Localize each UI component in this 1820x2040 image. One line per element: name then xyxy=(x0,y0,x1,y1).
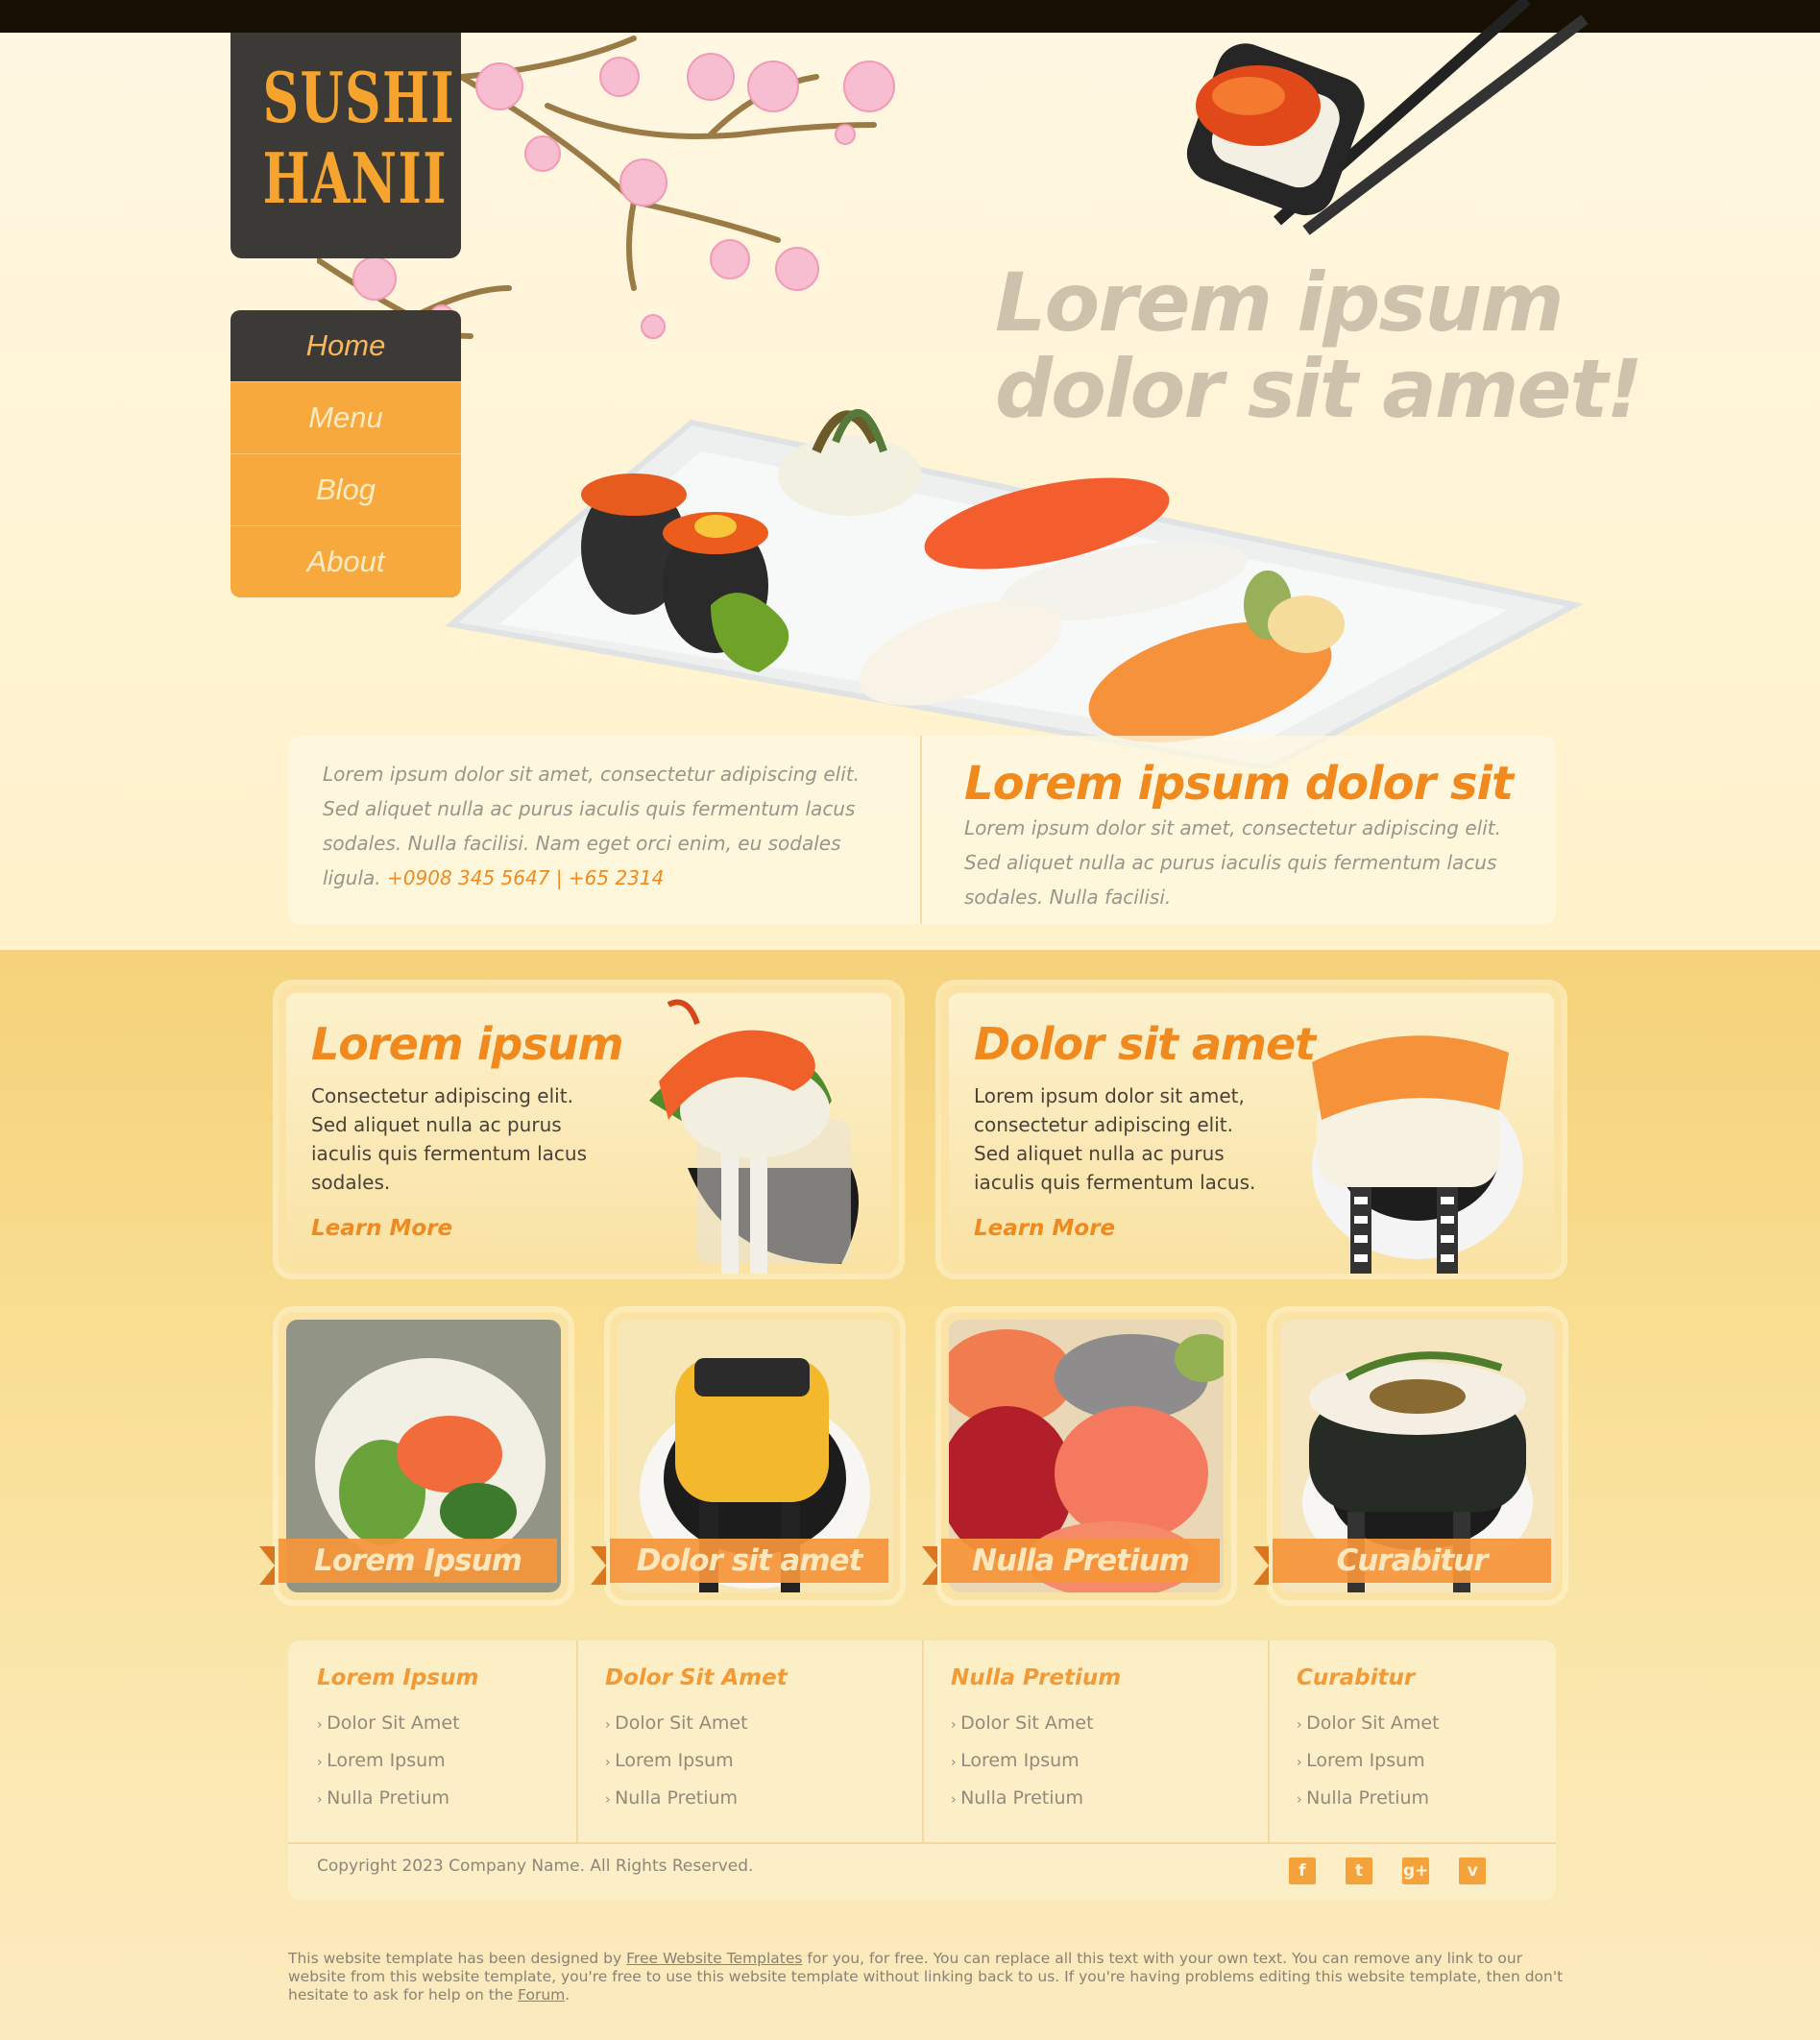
gallery-ribbon-3: Nulla Pretium xyxy=(922,1539,1229,1585)
info-left-text: Lorem ipsum dolor sit amet, consectetur … xyxy=(323,757,889,895)
info-right-title: Lorem ipsum dolor sit xyxy=(964,757,1514,811)
logo[interactable]: SUSHI HANII xyxy=(231,33,461,258)
feature-text-2: Lorem ipsum dolor sit amet, consectetur … xyxy=(974,1084,1256,1194)
info-panel: Lorem ipsum dolor sit amet, consectetur … xyxy=(288,736,1556,924)
twitter-icon[interactable]: t xyxy=(1346,1858,1373,1884)
hero-heading-line-1: Lorem ipsum xyxy=(995,255,1565,350)
footer-column-title[interactable]: Nulla Pretium xyxy=(951,1665,1121,1690)
gallery-ribbon-4: Curabitur xyxy=(1253,1539,1561,1585)
footer-link[interactable]: Lorem Ipsum xyxy=(951,1743,1121,1781)
footer-column-divider xyxy=(922,1640,924,1842)
vimeo-icon[interactable]: v xyxy=(1459,1858,1487,1884)
ribbon-tail xyxy=(591,1546,606,1585)
salmon-sushi-image xyxy=(1312,1035,1523,1274)
info-divider xyxy=(920,736,922,924)
footer-column-title[interactable]: Curabitur xyxy=(1297,1665,1440,1690)
footer-column-1: Lorem Ipsum Dolor Sit Amet Lorem Ipsum N… xyxy=(317,1665,478,1818)
feature-card-1: Lorem ipsum Consectetur adipiscing elit.… xyxy=(279,985,899,1274)
social-links: f t g+ v xyxy=(1289,1858,1511,1884)
footer-link[interactable]: Dolor Sit Amet xyxy=(317,1706,478,1743)
logo-line-2: HANII xyxy=(262,137,448,219)
ribbon-tail xyxy=(1253,1546,1269,1585)
footer-column-4: Curabitur Dolor Sit Amet Lorem Ipsum Nul… xyxy=(1297,1665,1440,1818)
note-text-1: This website template has been designed … xyxy=(288,1950,627,1967)
gallery-label-3: Nulla Pretium xyxy=(972,1543,1190,1578)
footer-column-2: Dolor Sit Amet Dolor Sit Amet Lorem Ipsu… xyxy=(605,1665,788,1818)
info-phone: +0908 345 5647 | +65 2314 xyxy=(387,866,665,889)
sushi-platter-image xyxy=(445,408,1584,768)
footer-link[interactable]: Lorem Ipsum xyxy=(1297,1743,1440,1781)
google-plus-icon[interactable]: g+ xyxy=(1402,1858,1430,1884)
gallery-ribbon-1: Lorem Ipsum xyxy=(259,1539,567,1585)
footer-column-3: Nulla Pretium Dolor Sit Amet Lorem Ipsum… xyxy=(951,1665,1121,1818)
footer-column-title[interactable]: Dolor Sit Amet xyxy=(605,1665,788,1690)
learn-more-link-2[interactable]: Learn More xyxy=(974,1216,1115,1241)
template-credit-note: This website template has been designed … xyxy=(288,1950,1575,2004)
shrimp-sushi-image xyxy=(649,999,859,1274)
note-text-3: . xyxy=(565,1986,570,2004)
feature-title-1: Lorem ipsum xyxy=(311,1018,623,1070)
footer-link[interactable]: Nulla Pretium xyxy=(951,1781,1121,1818)
copyright-text: Copyright 2023 Company Name. All Rights … xyxy=(317,1857,754,1876)
gallery-label-2: Dolor sit amet xyxy=(636,1543,863,1578)
learn-more-link-1[interactable]: Learn More xyxy=(311,1216,452,1241)
footer-column-divider xyxy=(576,1640,578,1842)
footer-links-panel: Lorem Ipsum Dolor Sit Amet Lorem Ipsum N… xyxy=(288,1640,1556,1900)
gallery-label-1: Lorem Ipsum xyxy=(313,1543,522,1578)
facebook-icon[interactable]: f xyxy=(1289,1858,1316,1884)
ribbon-tail xyxy=(259,1546,275,1585)
footer-divider xyxy=(288,1842,1556,1844)
footer-column-title[interactable]: Lorem Ipsum xyxy=(317,1665,478,1690)
footer-link[interactable]: Nulla Pretium xyxy=(605,1781,788,1818)
logo-line-1: SUSHI xyxy=(262,57,456,138)
ribbon-tail xyxy=(922,1546,937,1585)
forum-link[interactable]: Forum xyxy=(518,1986,565,2004)
gallery-tile-4[interactable]: Curabitur xyxy=(1253,1312,1563,1600)
footer-link[interactable]: Lorem Ipsum xyxy=(605,1743,788,1781)
footer-link[interactable]: Lorem Ipsum xyxy=(317,1743,478,1781)
footer-link[interactable]: Dolor Sit Amet xyxy=(951,1706,1121,1743)
feature-card-2: Dolor sit amet Lorem ipsum dolor sit ame… xyxy=(941,985,1562,1274)
footer-link[interactable]: Dolor Sit Amet xyxy=(1297,1706,1439,1743)
footer-link[interactable]: Dolor Sit Amet xyxy=(605,1706,788,1743)
gallery-tile-2[interactable]: Dolor sit amet xyxy=(591,1312,900,1600)
footer-column-divider xyxy=(1268,1640,1270,1842)
free-website-templates-link[interactable]: Free Website Templates xyxy=(626,1950,802,1967)
info-right-text: Lorem ipsum dolor sit amet, consectetur … xyxy=(964,816,1501,909)
chopsticks-sushi-image xyxy=(1186,0,1589,235)
gallery-tile-3[interactable]: Nulla Pretium xyxy=(922,1312,1231,1600)
gallery-label-4: Curabitur xyxy=(1336,1543,1488,1578)
footer-link[interactable]: Nulla Pretium xyxy=(1297,1781,1440,1818)
feature-text-1: Consectetur adipiscing elit. Sed aliquet… xyxy=(311,1084,588,1194)
feature-title-2: Dolor sit amet xyxy=(974,1018,1316,1070)
footer-link[interactable]: Nulla Pretium xyxy=(317,1781,478,1818)
gallery-tile-1[interactable]: Lorem Ipsum xyxy=(259,1312,569,1600)
gallery-ribbon-2: Dolor sit amet xyxy=(591,1539,898,1585)
